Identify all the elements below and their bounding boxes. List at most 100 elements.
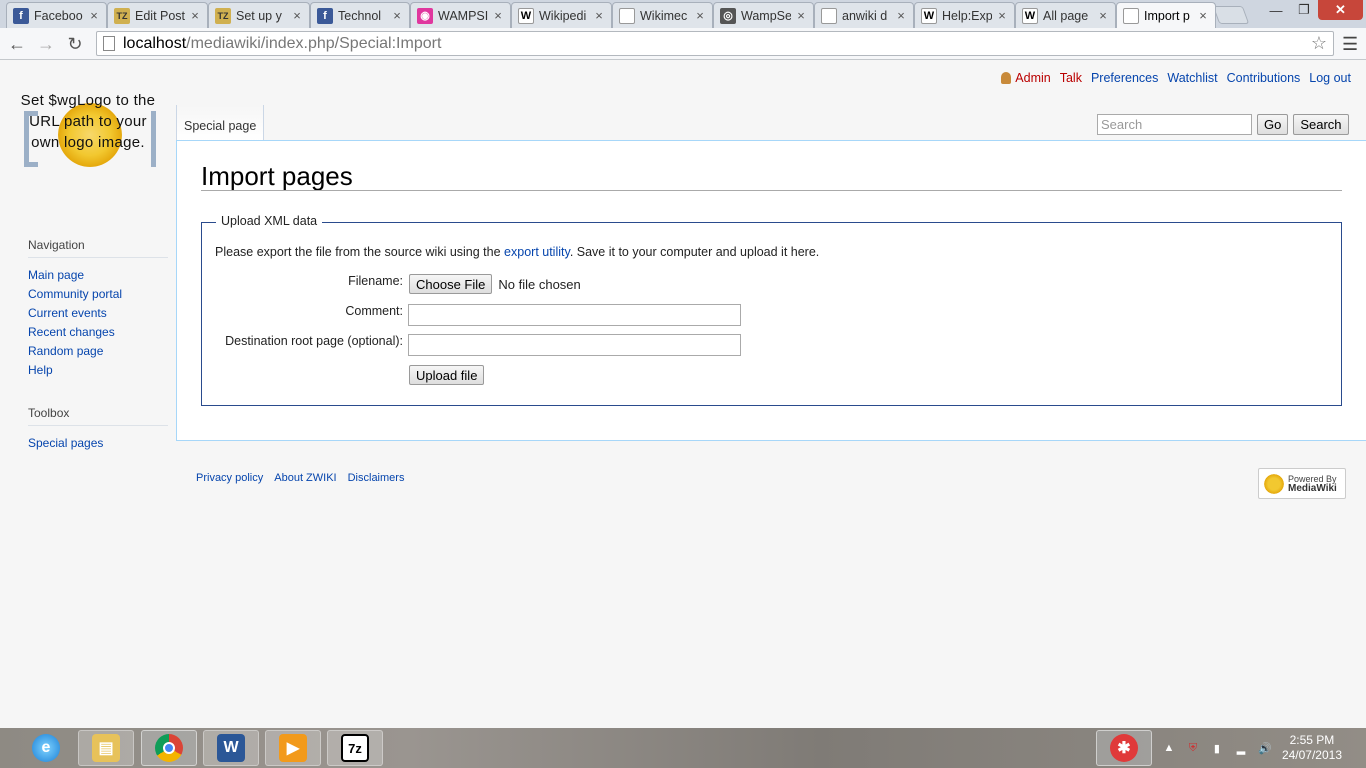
reload-icon[interactable]: ↻ — [63, 32, 87, 56]
tab-title: Wikimec — [640, 8, 688, 23]
wamp-icon: ◉ — [417, 7, 433, 24]
sidebar-link[interactable]: Main page — [28, 268, 84, 282]
url-path: /mediawiki/index.php/Special:Import — [186, 34, 442, 52]
chrome-icon — [155, 734, 183, 762]
tab-title: Faceboo — [34, 8, 83, 23]
browser-tab[interactable]: f Technol × — [310, 2, 410, 28]
file-input[interactable]: Choose File No file chosen — [409, 274, 581, 294]
ie-taskbar-button[interactable]: e — [18, 730, 74, 766]
browser-tab[interactable]: Import p × — [1116, 2, 1216, 28]
browser-tab[interactable]: TZ Set up y × — [208, 2, 310, 28]
sidebar-item: Main page — [28, 266, 168, 285]
restore-button[interactable]: ❐ — [1290, 0, 1318, 20]
search-form: Go Search — [1097, 114, 1349, 135]
upload-file-button[interactable]: Upload file — [409, 365, 485, 385]
go-button[interactable]: Go — [1257, 114, 1289, 135]
forward-icon[interactable]: → — [34, 32, 58, 56]
about-link[interactable]: About ZWIKI — [274, 472, 336, 484]
browser-tab[interactable]: ◎ WampSe × — [713, 2, 814, 28]
security-shield-icon[interactable]: ⛨ — [1186, 741, 1200, 755]
sidebar-link[interactable]: Special pages — [28, 436, 103, 450]
browser-tab[interactable]: W Wikipedi × — [511, 2, 612, 28]
clock[interactable]: 2:55 PM 24/07/2013 — [1282, 733, 1342, 763]
sidebar-link[interactable]: Random page — [28, 344, 103, 358]
logout-link[interactable]: Log out — [1309, 71, 1351, 85]
browser-tab[interactable]: f Faceboo × — [6, 2, 107, 28]
browser-tab[interactable]: TZ Edit Post × — [107, 2, 208, 28]
choose-file-button[interactable]: Choose File — [409, 274, 493, 294]
personal-tools: Admin Talk Preferences Watchlist Contrib… — [1001, 71, 1351, 85]
search-input[interactable] — [1097, 114, 1252, 135]
comment-input[interactable] — [408, 304, 741, 326]
volume-icon[interactable]: 🔊 — [1258, 741, 1272, 755]
navigation-heading: Navigation — [28, 238, 168, 258]
tab-close-icon[interactable]: × — [291, 8, 303, 23]
browser-tab[interactable]: anwiki d × — [814, 2, 914, 28]
sidebar-link[interactable]: Current events — [28, 306, 107, 320]
content-area: Import pages Upload XML data Please expo… — [176, 140, 1366, 441]
chrome-taskbar-button[interactable] — [141, 730, 197, 766]
watchlist-link[interactable]: Watchlist — [1167, 71, 1217, 85]
contributions-link[interactable]: Contributions — [1227, 71, 1301, 85]
tab-close-icon[interactable]: × — [795, 8, 807, 23]
sidebar-link[interactable]: Community portal — [28, 287, 122, 301]
tab-close-icon[interactable]: × — [996, 8, 1008, 23]
sidebar-link[interactable]: Help — [28, 363, 53, 377]
tab-close-icon[interactable]: × — [492, 8, 504, 23]
minimize-button[interactable]: — — [1262, 0, 1290, 20]
toolbox-portal: Toolbox Special pages — [28, 406, 168, 453]
tab-close-icon[interactable]: × — [1197, 8, 1209, 23]
browser-tab[interactable]: Wikimec × — [612, 2, 713, 28]
signal-icon[interactable]: ▂ — [1234, 741, 1248, 755]
powered-by-mediawiki-badge[interactable]: Powered By MediaWiki — [1258, 468, 1346, 499]
tab-close-icon[interactable]: × — [189, 8, 201, 23]
browser-tab[interactable]: W Help:Exp × — [914, 2, 1015, 28]
navigation-portal: Navigation Main page Community portal Curr… — [28, 238, 168, 380]
browser-tab[interactable]: ◉ WAMPSI × — [410, 2, 511, 28]
show-hidden-icons[interactable]: ▲ — [1162, 741, 1176, 755]
talk-link[interactable]: Talk — [1060, 71, 1082, 85]
preferences-link[interactable]: Preferences — [1091, 71, 1158, 85]
sidebar-link[interactable]: Recent changes — [28, 325, 115, 339]
search-button[interactable]: Search — [1293, 114, 1349, 135]
close-window-button[interactable]: ✕ — [1318, 0, 1363, 20]
export-utility-link[interactable]: export utility — [504, 245, 570, 259]
7zip-taskbar-button[interactable]: 7z — [327, 730, 383, 766]
disclaimers-link[interactable]: Disclaimers — [348, 472, 405, 484]
chrome-menu-icon[interactable]: ☰ — [1342, 34, 1358, 55]
tab-close-icon[interactable]: × — [895, 8, 907, 23]
footer-links: Privacy policy About ZWIKI Disclaimers — [196, 472, 404, 484]
address-bar[interactable]: localhost/mediawiki/index.php/Special:Im… — [96, 31, 1334, 56]
app-icon: ✱ — [1109, 734, 1138, 762]
tab-special-page[interactable]: Special page — [176, 105, 265, 141]
device-icon[interactable]: ▮ — [1210, 741, 1224, 755]
tab-close-icon[interactable]: × — [88, 8, 100, 23]
browser-tab[interactable]: W All page × — [1015, 2, 1116, 28]
new-tab-button[interactable] — [1212, 6, 1250, 24]
tab-title: All page — [1043, 8, 1089, 23]
internet-explorer-icon: e — [32, 734, 60, 762]
back-icon[interactable]: ← — [5, 32, 29, 56]
tab-title: WampSe — [741, 8, 791, 23]
media-player-taskbar-button[interactable]: ▶ — [265, 730, 321, 766]
user-link[interactable]: Admin — [1001, 71, 1051, 85]
tab-close-icon[interactable]: × — [694, 8, 706, 23]
destination-input[interactable] — [408, 334, 741, 356]
site-logo[interactable]: Set $wgLogo to the URL path to your own … — [20, 89, 160, 199]
bookmark-star-icon[interactable]: ☆ — [1311, 33, 1327, 54]
tab-close-icon[interactable]: × — [593, 8, 605, 23]
tab-title: Wikipedi — [539, 8, 587, 23]
explorer-taskbar-button[interactable]: ▤ — [78, 730, 134, 766]
word-taskbar-button[interactable]: W — [203, 730, 259, 766]
tab-title: Set up y — [236, 8, 282, 23]
tray-app-button[interactable]: ✱ — [1095, 730, 1152, 766]
privacy-policy-link[interactable]: Privacy policy — [196, 472, 263, 484]
tab-close-icon[interactable]: × — [1097, 8, 1109, 23]
word-icon: W — [217, 734, 245, 762]
url-host: localhost — [123, 34, 187, 52]
page-icon — [103, 36, 115, 51]
title-divider — [201, 190, 1342, 191]
tab-close-icon[interactable]: × — [391, 8, 403, 23]
sidebar-item: Random page — [28, 342, 168, 361]
page-tabs: Special page — [176, 105, 265, 141]
